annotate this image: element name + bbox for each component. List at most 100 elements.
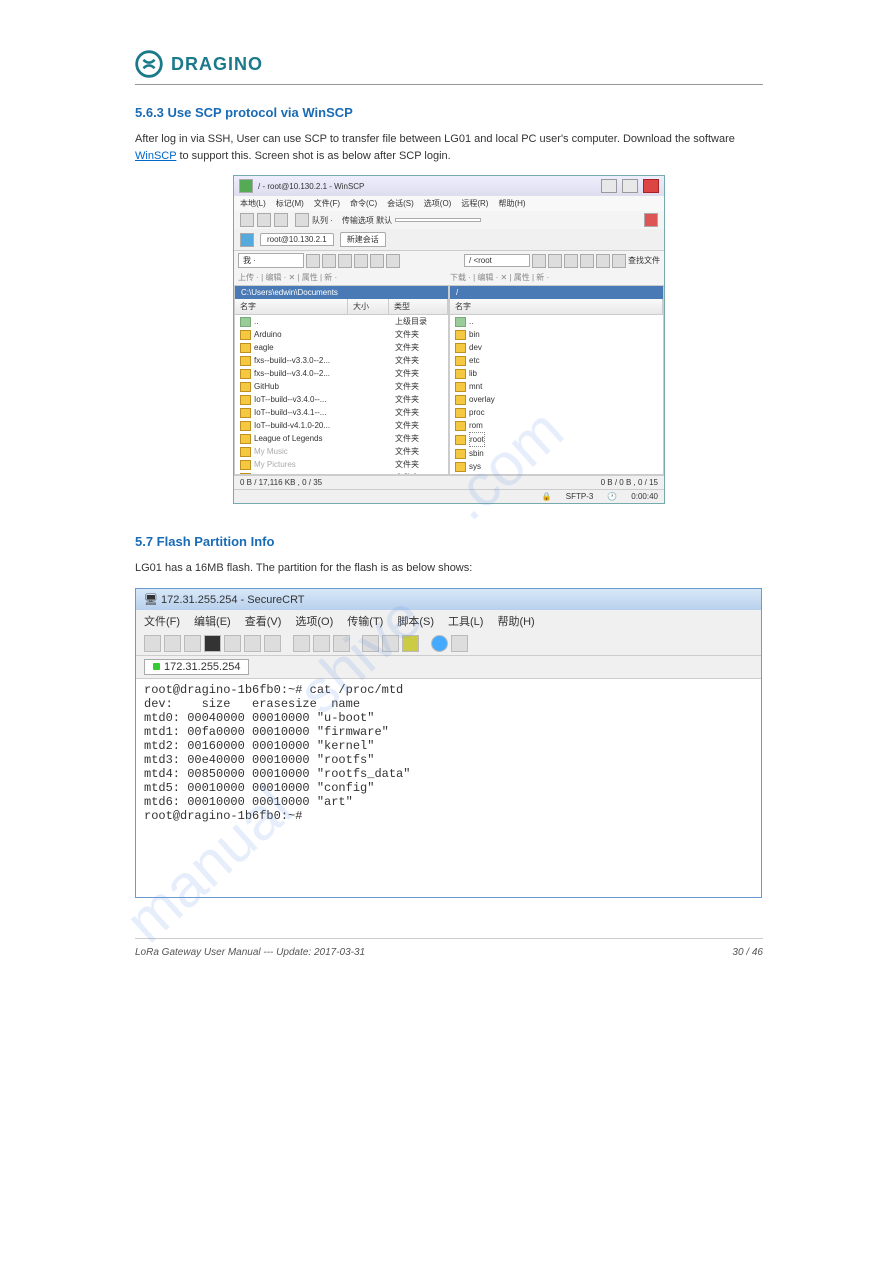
crt-connect-icon[interactable] xyxy=(144,635,161,652)
find-icon[interactable] xyxy=(612,254,626,268)
compare-icon[interactable] xyxy=(257,213,271,227)
file-row[interactable]: sbin xyxy=(450,447,663,460)
menu-file[interactable]: 文件(F) xyxy=(314,198,340,209)
folder-icon xyxy=(455,435,466,445)
r-refresh-icon[interactable] xyxy=(596,254,610,268)
file-row[interactable]: etc xyxy=(450,354,663,367)
file-row[interactable]: fxs--build--v3.3.0--2...文件夹 xyxy=(235,354,448,367)
new-session-tab[interactable]: 新建会话 xyxy=(340,232,386,247)
menu-remote[interactable]: 远程(R) xyxy=(461,198,488,209)
maximize-button[interactable] xyxy=(622,179,638,193)
crt-key-icon[interactable] xyxy=(402,635,419,652)
section-title-flash: 5.7 Flash Partition Info xyxy=(135,534,763,549)
transfer-dropdown[interactable] xyxy=(395,218,481,222)
up-icon[interactable] xyxy=(306,254,320,268)
app-icon xyxy=(239,179,253,193)
sync-icon[interactable] xyxy=(240,213,254,227)
menu-mark[interactable]: 标记(M) xyxy=(276,198,304,209)
crt-printer-icon[interactable] xyxy=(333,635,350,652)
crt-menu-transfer[interactable]: 传输(T) xyxy=(347,613,383,629)
file-row[interactable]: League of Legends文件夹 xyxy=(235,432,448,445)
folder-icon xyxy=(455,462,466,472)
crt-quick-icon[interactable] xyxy=(164,635,181,652)
file-row[interactable]: GitHub文件夹 xyxy=(235,380,448,393)
winscp-link[interactable]: WinSCP xyxy=(135,150,176,162)
crt-menu-option[interactable]: 选项(O) xyxy=(295,613,333,629)
col-type[interactable]: 类型 xyxy=(389,299,448,314)
col-name[interactable]: 名字 xyxy=(235,299,348,314)
file-row[interactable]: root xyxy=(450,432,663,447)
menu-option[interactable]: 选项(O) xyxy=(424,198,452,209)
crt-help-icon[interactable] xyxy=(431,635,448,652)
file-row[interactable]: .. xyxy=(450,315,663,328)
file-row[interactable]: sys xyxy=(450,460,663,473)
sync-browse-icon[interactable] xyxy=(274,213,288,227)
bookmark-icon[interactable] xyxy=(386,254,400,268)
col-name-r[interactable]: 名字 xyxy=(450,299,663,314)
crt-menu-file[interactable]: 文件(F) xyxy=(144,613,180,629)
home-icon[interactable] xyxy=(354,254,368,268)
crt-menu-help[interactable]: 帮助(H) xyxy=(497,613,534,629)
menu-help[interactable]: 帮助(H) xyxy=(498,198,525,209)
right-path-dropdown[interactable]: / <root xyxy=(464,254,530,267)
file-row[interactable]: My Pictures文件夹 xyxy=(235,458,448,471)
footer-left: LoRa Gateway User Manual --- Update: 201… xyxy=(135,947,365,958)
file-row[interactable]: eagle文件夹 xyxy=(235,341,448,354)
menu-local[interactable]: 本地(L) xyxy=(240,198,266,209)
r-back-icon[interactable] xyxy=(548,254,562,268)
file-row[interactable]: dev xyxy=(450,341,663,354)
file-row[interactable]: IoT--build--v3.4.0--...文件夹 xyxy=(235,393,448,406)
r-home-icon[interactable] xyxy=(580,254,594,268)
find-label[interactable]: 查找文件 xyxy=(628,255,660,266)
close-button[interactable] xyxy=(643,179,659,193)
menu-command[interactable]: 命令(C) xyxy=(350,198,377,209)
crt-reconnect-icon[interactable] xyxy=(184,635,201,652)
file-row[interactable]: Arduino文件夹 xyxy=(235,328,448,341)
file-row[interactable]: bin xyxy=(450,328,663,341)
crt-log-icon[interactable] xyxy=(313,635,330,652)
crt-session-tab[interactable]: 172.31.255.254 xyxy=(144,659,249,675)
crt-menu-script[interactable]: 脚本(S) xyxy=(397,613,434,629)
crt-options-icon[interactable] xyxy=(362,635,379,652)
session-tab[interactable]: root@10.130.2.1 xyxy=(260,233,334,246)
file-row[interactable]: IoT--build-v4.1.0-20...文件夹 xyxy=(235,419,448,432)
crt-paste-icon[interactable] xyxy=(244,635,261,652)
file-row[interactable]: My Music文件夹 xyxy=(235,445,448,458)
folder-icon xyxy=(240,434,251,444)
crt-menu-tool[interactable]: 工具(L) xyxy=(448,613,483,629)
crt-settings-icon[interactable] xyxy=(382,635,399,652)
queue-label: 队列 · xyxy=(312,215,333,226)
menu-session[interactable]: 会话(S) xyxy=(387,198,414,209)
section2-text: LG01 has a 16MB flash. The partition for… xyxy=(135,560,763,577)
r-fwd-icon[interactable] xyxy=(564,254,578,268)
crt-menu-view[interactable]: 查看(V) xyxy=(245,613,282,629)
left-drive-dropdown[interactable]: 我 · xyxy=(238,253,304,268)
folder-icon xyxy=(240,343,251,353)
terminal-output[interactable]: root@dragino-1b6fb0:~# cat /proc/mtd dev… xyxy=(136,678,761,897)
file-row[interactable]: tmp xyxy=(450,473,663,474)
crt-disconnect-icon[interactable] xyxy=(204,635,221,652)
crt-title: 172.31.255.254 - SecureCRT xyxy=(161,594,305,606)
crt-menu-edit[interactable]: 编辑(E) xyxy=(194,613,231,629)
minimize-button[interactable] xyxy=(601,179,617,193)
r-up-icon[interactable] xyxy=(532,254,546,268)
file-row[interactable]: mnt xyxy=(450,380,663,393)
queue-icon[interactable] xyxy=(295,213,309,227)
file-row[interactable]: proc xyxy=(450,406,663,419)
file-row[interactable]: overlay xyxy=(450,393,663,406)
close-session-icon[interactable] xyxy=(644,213,658,227)
file-row[interactable]: My Videos文件夹 xyxy=(235,471,448,474)
file-row[interactable]: lib xyxy=(450,367,663,380)
col-size[interactable]: 大小 xyxy=(348,299,389,314)
back-icon[interactable] xyxy=(322,254,336,268)
crt-find-icon[interactable] xyxy=(264,635,281,652)
crt-copy-icon[interactable] xyxy=(224,635,241,652)
file-row[interactable]: IoT--build--v3.4.1--...文件夹 xyxy=(235,406,448,419)
file-row[interactable]: fxs--build--v3.4.0--2...文件夹 xyxy=(235,367,448,380)
refresh-icon[interactable] xyxy=(370,254,384,268)
file-row[interactable]: rom xyxy=(450,419,663,432)
crt-about-icon[interactable] xyxy=(451,635,468,652)
file-row[interactable]: ..上级目录 xyxy=(235,315,448,328)
fwd-icon[interactable] xyxy=(338,254,352,268)
crt-print-icon[interactable] xyxy=(293,635,310,652)
